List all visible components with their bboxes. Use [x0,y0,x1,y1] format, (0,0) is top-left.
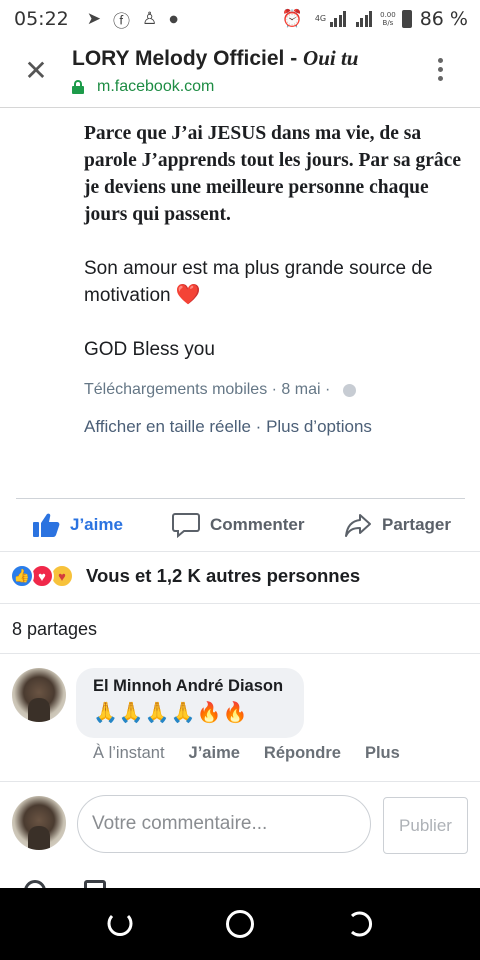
facebook-icon: ⓕ [113,11,131,32]
person-sync-icon: ♙ [142,9,158,29]
comment-icon [172,513,200,538]
divider [0,781,480,782]
page-title: LORY Melody Officiel - Oui tu [72,46,359,70]
shares-count[interactable]: 8 partages [12,619,97,640]
like-label: J’aime [70,515,123,534]
divider [0,653,480,654]
partial-icons [24,880,114,902]
comment-input[interactable]: Votre commentaire... [77,795,371,853]
share-button[interactable]: Partager [344,512,451,538]
full-size-link[interactable]: Afficher en taille réelle [84,417,251,436]
post-paragraph-3: GOD Bless you [84,339,215,360]
notification-dot-icon: ● [169,13,178,25]
comment-text: 🙏🙏🙏🙏🔥🔥 [93,702,249,724]
url-text: m.facebook.com [97,78,215,95]
publish-button[interactable]: Publier [383,797,468,854]
share-icon [345,514,371,537]
alarm-icon: ⏰ [281,9,303,29]
heart-emoji-icon: ❤️ [175,284,201,306]
comment-author[interactable]: El Minnoh André Diason [93,677,304,696]
comment-more-button[interactable]: Plus [365,744,400,763]
status-bar: 05:22 ➤ ⓕ ♙ ● ⏰ 4G 0.00 B/s 86 % [0,0,480,38]
globe-icon [342,383,356,397]
photo-links: Afficher en taille réelle · Plus d’optio… [84,417,372,436]
comment-like-button[interactable]: J’aime [189,744,240,763]
post-paragraph-2: Son amour est ma plus grande source de m… [84,258,433,306]
browser-header: ✕ LORY Melody Officiel - Oui tu m.facebo… [0,38,480,108]
signal-2-icon [354,11,373,27]
home-icon[interactable] [226,910,254,938]
recents-icon[interactable] [346,910,374,938]
telegram-icon: ➤ [86,9,102,29]
comment-time: À l’instant [93,744,165,762]
navigation-bar [0,888,480,960]
close-icon[interactable]: ✕ [22,57,50,86]
battery-percent: 86 % [419,8,468,30]
signal-icon [328,11,347,27]
comment-reply-button[interactable]: Répondre [264,744,341,763]
url-row: m.facebook.com [72,78,214,96]
net-speed: 0.00 B/s [380,11,396,27]
reactions-text: Vous et 1,2 K autres personnes [86,565,361,586]
like-reaction-icon: 👍 [10,564,34,588]
status-time: 05:22 [14,8,69,30]
avatar[interactable] [12,668,66,722]
divider [0,603,480,604]
back-icon[interactable] [106,910,134,938]
post-body: Parce que J’ai JESUS dans ma vie, de sa … [84,120,474,390]
action-bar: J’aime Commenter Partager [0,500,480,550]
comment-button[interactable]: Commenter [172,512,304,538]
avatar [12,796,66,850]
post-paragraph-1: Parce que J’ai JESUS dans ma vie, de sa … [84,123,461,225]
network-type: 4G [314,14,327,23]
post-date[interactable]: 8 mai [281,381,320,399]
share-label: Partager [382,515,451,534]
like-button[interactable]: J’aime [32,512,123,538]
divider [16,498,465,499]
comment-bubble: El Minnoh André Diason 🙏🙏🙏🙏🔥🔥 [76,668,304,738]
more-vert-icon[interactable] [434,58,446,88]
reactions-summary[interactable]: 👍 ♥ ♥ Vous et 1,2 K autres personnes [10,564,360,588]
album-link[interactable]: Téléchargements mobiles [84,381,267,399]
comment-label: Commenter [210,515,305,534]
comment-actions: À l’instant J’aime Répondre Plus [93,744,424,763]
battery-icon [401,10,412,28]
divider [0,551,480,552]
post-meta: Téléchargements mobiles · 8 mai · [84,381,356,399]
lock-icon [72,80,84,94]
more-options-link[interactable]: Plus d’options [266,417,372,436]
thumbs-up-icon [33,513,60,537]
